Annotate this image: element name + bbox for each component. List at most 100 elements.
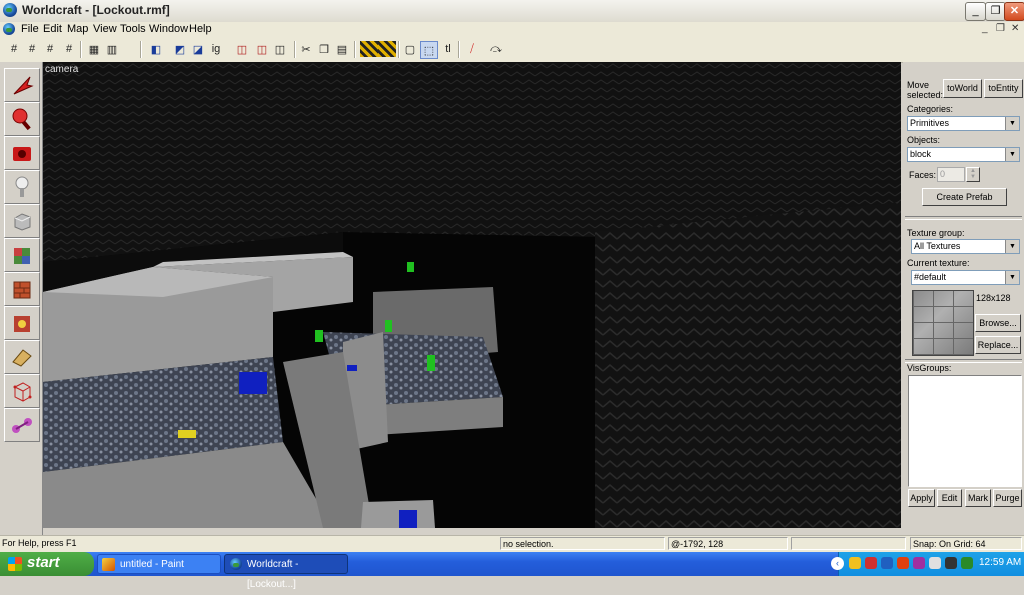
path-tool-button[interactable] xyxy=(4,408,40,442)
menu-edit[interactable]: Edit xyxy=(43,23,62,35)
system-tray: ‹ 12:59 AM xyxy=(831,552,1024,576)
menu-window[interactable]: Window xyxy=(149,23,188,35)
toolbar-separator xyxy=(140,41,142,58)
windows-taskbar: start untitled - Paint Worldcraft - [Loc… xyxy=(0,552,1024,590)
categories-select[interactable]: Primitives ▼ xyxy=(907,116,1020,131)
tray-monitor-icon[interactable] xyxy=(945,557,957,569)
toolbar: # # # # ▦ ▥ ◧ ◩ ◪ ig ◫ ◫ ◫ ✂ ❐ ▤ ▢ ⬚ tl … xyxy=(0,37,1024,63)
grid-larger-icon[interactable]: # xyxy=(61,41,77,57)
toolbar-separator xyxy=(354,41,356,58)
cordon-icon[interactable]: ⤼ xyxy=(488,41,504,57)
menu-file[interactable]: File xyxy=(21,23,39,35)
camera-viewport[interactable]: camera xyxy=(43,62,901,528)
visgroup-apply-button[interactable]: Apply xyxy=(908,489,935,507)
group-icon[interactable]: ▦ xyxy=(86,41,102,57)
browse-button[interactable]: Browse... xyxy=(975,314,1021,332)
to-world-button[interactable]: toWorld xyxy=(943,79,982,98)
apply-texture-button[interactable] xyxy=(4,272,40,306)
toggle-helpers-icon[interactable]: ▢ xyxy=(402,41,418,57)
tray-volume-icon[interactable] xyxy=(929,557,941,569)
block-icon xyxy=(14,213,31,231)
texture-group-value: All Textures xyxy=(914,241,961,251)
grid-toggle-icon[interactable]: # xyxy=(6,41,22,57)
magnify-tool-button[interactable] xyxy=(4,102,40,136)
hide-icon[interactable]: ◧ xyxy=(148,41,164,57)
selection-mode-icon[interactable]: ⬚ xyxy=(420,41,438,59)
replace-button[interactable]: Replace... xyxy=(975,336,1021,354)
start-button[interactable]: start xyxy=(0,552,94,576)
texture-scale-lock-icon[interactable] xyxy=(378,41,396,57)
taskbar-item-paint[interactable]: untitled - Paint xyxy=(97,554,221,574)
status-help: For Help, press F1 xyxy=(2,538,77,548)
tray-antivirus-icon[interactable] xyxy=(865,557,877,569)
decal-cube-icon xyxy=(14,316,30,332)
toolbar-separator xyxy=(80,41,82,58)
visgroup-purge-button[interactable]: Purge xyxy=(993,489,1022,507)
object-panel: Move selected: toWorld toEntity Categori… xyxy=(903,62,1024,535)
to-entity-button[interactable]: toEntity xyxy=(984,79,1023,98)
mdi-close-button[interactable]: ✕ xyxy=(1011,23,1019,34)
mdi-minimize-button[interactable]: _ xyxy=(982,23,988,34)
block-tool-button[interactable] xyxy=(4,204,40,238)
tray-misc-icon[interactable] xyxy=(961,557,973,569)
ungroup-icon[interactable]: ▥ xyxy=(104,41,120,57)
taskbar-item-worldcraft[interactable]: Worldcraft - [Lockout...] xyxy=(224,554,348,590)
paste-special-icon[interactable]: ◫ xyxy=(272,41,288,57)
menu-view[interactable]: View xyxy=(93,23,117,35)
minimize-button[interactable]: _ xyxy=(965,2,986,21)
decal-tool-button[interactable] xyxy=(4,306,40,340)
texture-lock-icon[interactable] xyxy=(360,41,378,57)
maximize-button[interactable]: ❐ xyxy=(985,2,1006,21)
vertex-tool-button[interactable] xyxy=(4,374,40,408)
copy-selection-icon[interactable]: ◫ xyxy=(254,41,270,57)
tray-expand-icon[interactable]: ‹ xyxy=(831,557,844,570)
menu-map[interactable]: Map xyxy=(67,23,88,35)
faces-field[interactable]: 0 xyxy=(937,167,965,182)
faces-spinner[interactable]: ▲ ▼ xyxy=(966,167,980,182)
menu-bar: File Edit Map View Tools Window Help _ ❐… xyxy=(0,22,1024,37)
tool-palette xyxy=(0,62,43,535)
panel-divider xyxy=(905,216,1022,220)
texture-size: 128x128 xyxy=(976,293,1011,303)
camera-tool-button[interactable] xyxy=(4,136,40,170)
cut-icon[interactable]: ✂ xyxy=(298,41,314,57)
tray-alert-icon[interactable] xyxy=(897,557,909,569)
clip-tool-button[interactable] xyxy=(4,340,40,374)
tray-app-icon[interactable] xyxy=(913,557,925,569)
texture-lock-toggle-icon[interactable]: tl xyxy=(440,41,456,57)
current-texture-value: #default xyxy=(914,272,947,282)
visgroup-mark-button[interactable]: Mark xyxy=(965,489,991,507)
grid-3d-icon[interactable]: # xyxy=(24,41,40,57)
carve-icon[interactable]: ◩ xyxy=(172,41,188,57)
current-texture-select[interactable]: #default ▼ xyxy=(911,270,1020,285)
paint-icon xyxy=(102,558,115,571)
viewport-label: camera xyxy=(45,64,79,75)
tray-shield-icon[interactable] xyxy=(849,557,861,569)
visgroups-list[interactable] xyxy=(908,375,1022,487)
select-all-icon[interactable]: ◫ xyxy=(234,41,250,57)
copy-icon[interactable]: ❐ xyxy=(316,41,332,57)
texture-application-button[interactable] xyxy=(4,238,40,272)
tray-network-icon[interactable] xyxy=(881,557,893,569)
selection-tool-button[interactable] xyxy=(4,68,40,102)
make-hollow-icon[interactable]: ◪ xyxy=(190,41,206,57)
brick-cube-icon xyxy=(13,281,31,299)
visgroup-edit-button[interactable]: Edit xyxy=(937,489,962,507)
create-prefab-button[interactable]: Create Prefab xyxy=(922,188,1007,206)
texture-group-select[interactable]: All Textures ▼ xyxy=(911,239,1020,254)
document-globe-icon xyxy=(3,23,15,35)
run-map-icon[interactable]: ⧸ xyxy=(464,41,480,57)
ignore-groups-icon[interactable]: ig xyxy=(208,41,224,57)
status-coordinates: @-1792, 128 xyxy=(668,537,788,550)
objects-select[interactable]: block ▼ xyxy=(907,147,1020,162)
categories-label: Categories: xyxy=(907,104,954,114)
mdi-restore-button[interactable]: ❐ xyxy=(996,23,1005,34)
close-button[interactable]: ✕ xyxy=(1004,2,1024,21)
start-label: start xyxy=(27,554,60,571)
grid-smaller-icon[interactable]: # xyxy=(42,41,58,57)
menu-tools[interactable]: Tools xyxy=(120,23,146,35)
paste-icon[interactable]: ▤ xyxy=(334,41,350,57)
texture-group-label: Texture group: xyxy=(907,228,965,238)
entity-tool-button[interactable] xyxy=(4,170,40,204)
menu-help[interactable]: Help xyxy=(189,23,212,35)
